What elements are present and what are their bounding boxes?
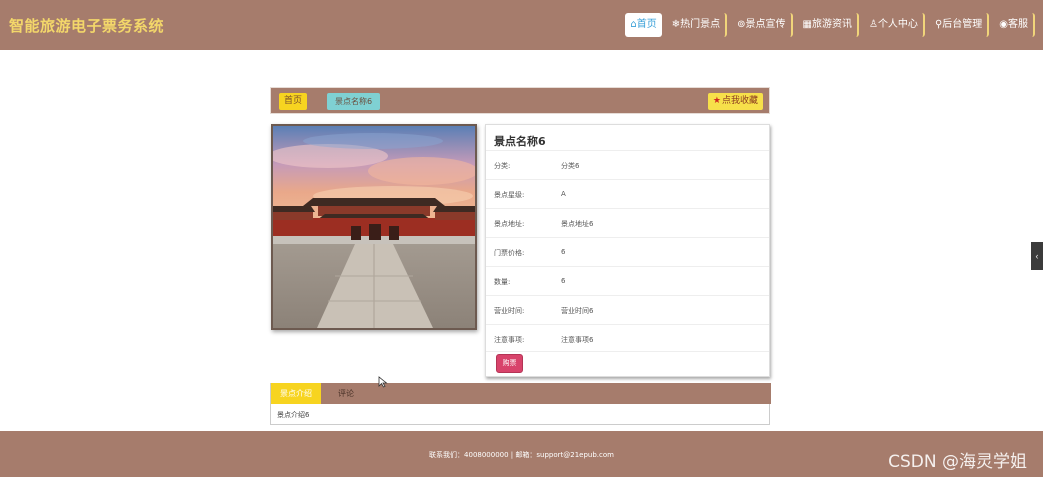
info-tabs: 景点介绍 评论 景点介绍6: [270, 383, 771, 425]
palace-image: [273, 126, 475, 328]
detail-label: 数量:: [494, 278, 511, 286]
chevron-left-icon: ‹: [1035, 251, 1039, 261]
detail-label: 景点星级:: [494, 191, 525, 199]
tab-content: 景点介绍6: [277, 411, 310, 419]
footer: 联系我们：4008000000 | 邮箱：support@21epub.com …: [0, 431, 1043, 477]
attraction-details: 景点名称6 分类: 分类6 景点星级: A 景点地址: 景点地址6 门票价格: …: [485, 124, 770, 377]
detail-value: 6: [561, 248, 566, 256]
nav-item-profile[interactable]: ♙个人中心: [863, 13, 925, 37]
detail-label: 注意事项:: [494, 336, 525, 344]
detail-row-actions: [486, 351, 769, 377]
footer-contact: 联系我们：4008000000 | 邮箱：support@21epub.com: [429, 451, 614, 459]
detail-row-category: 分类: 分类6: [486, 150, 769, 179]
detail-value: 分类6: [561, 162, 580, 170]
detail-row-quantity: 数量: 6: [486, 266, 769, 295]
snowflake-icon: ❄: [671, 19, 681, 30]
detail-row-notes: 注意事项: 注意事项6: [486, 324, 769, 353]
detail-value: A: [561, 190, 566, 198]
detail-row-address: 景点地址: 景点地址6: [486, 208, 769, 237]
grid-icon: ▦: [802, 19, 812, 30]
detail-label: 营业时间:: [494, 307, 525, 315]
detail-row-hours: 营业时间: 营业时间6: [486, 295, 769, 324]
nav-item-admin[interactable]: ⚲后台管理: [929, 13, 990, 37]
star-icon: ★: [712, 96, 721, 106]
main-nav: ⌂首页 ❄热门景点 ⊚景点宣传 ▦旅游资讯 ♙个人中心 ⚲后台管理 ◉客服: [625, 13, 1035, 37]
breadcrumb-current: 景点名称6: [327, 93, 381, 110]
mouse-cursor-icon: [378, 376, 388, 388]
detail-label: 景点地址:: [494, 220, 525, 228]
detail-label: 分类:: [494, 162, 511, 170]
side-collapse-handle[interactable]: ‹: [1031, 242, 1043, 270]
top-navbar: 智能旅游电子票务系统 ⌂首页 ❄热门景点 ⊚景点宣传 ▦旅游资讯 ♙个人中心 ⚲…: [0, 0, 1043, 50]
nav-item-promotion[interactable]: ⊚景点宣传: [732, 13, 793, 37]
globe-icon: ⊚: [737, 19, 746, 30]
detail-label: 门票价格:: [494, 249, 525, 257]
favorite-button[interactable]: ★点我收藏: [707, 93, 763, 110]
tab-header: 景点介绍 评论: [271, 383, 771, 404]
buy-ticket-button[interactable]: 购票: [496, 354, 523, 373]
tab-introduction[interactable]: 景点介绍: [271, 383, 321, 404]
service-icon: ◉: [999, 19, 1008, 30]
nav-item-news[interactable]: ▦旅游资讯: [797, 13, 859, 37]
attraction-name: 景点名称6: [494, 135, 546, 148]
detail-value: 营业时间6: [561, 307, 594, 315]
nav-item-hot-spots[interactable]: ❄热门景点: [666, 13, 728, 37]
nav-item-service[interactable]: ◉客服: [994, 13, 1035, 37]
attraction-photo: [271, 124, 477, 330]
site-title: 智能旅游电子票务系统: [9, 17, 165, 35]
detail-row-price: 门票价格: 6: [486, 237, 769, 266]
tab-comments[interactable]: 评论: [331, 383, 361, 404]
detail-row-rating: 景点星级: A: [486, 179, 769, 208]
detail-value: 景点地址6: [561, 220, 594, 228]
nav-item-home[interactable]: ⌂首页: [625, 13, 662, 37]
breadcrumb-bar: 首页 景点名称6 ★点我收藏: [270, 87, 770, 114]
user-icon: ♙: [868, 19, 878, 30]
detail-value: 注意事项6: [561, 336, 594, 344]
watermark: CSDN @海灵学姐: [888, 452, 1027, 472]
detail-value: 6: [561, 277, 566, 285]
breadcrumb-home[interactable]: 首页: [279, 93, 308, 110]
